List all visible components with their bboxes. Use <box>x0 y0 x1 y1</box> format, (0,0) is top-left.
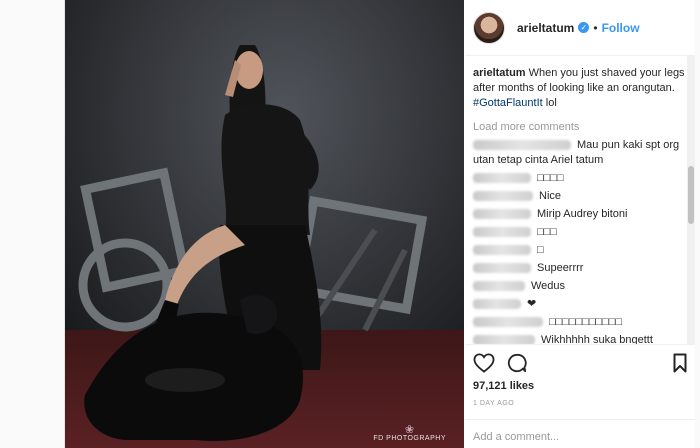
avatar[interactable] <box>473 11 505 44</box>
likes-count[interactable]: 97,121 likes <box>473 380 534 392</box>
comment-item: Supeerrrr <box>473 261 687 276</box>
blurred-username <box>473 227 531 238</box>
caption-suffix: lol <box>545 97 557 109</box>
comment-text: □□□□□□□□□□□ <box>549 316 623 328</box>
comment-item: Mirip Audrey bitoni <box>473 207 687 222</box>
watermark-text: FD PHOTOGRAPHY <box>373 435 446 442</box>
comment-text: Mirip Audrey bitoni <box>537 208 628 220</box>
follow-button[interactable]: Follow <box>602 21 640 35</box>
blurred-username <box>473 335 535 344</box>
flower-logo-icon: ❀ <box>404 424 415 436</box>
comments-scrollbar[interactable] <box>687 56 695 344</box>
comment-item: Nice <box>473 189 687 204</box>
heart-icon[interactable] <box>473 353 495 373</box>
add-comment-input[interactable]: Add a comment... <box>465 419 695 448</box>
verified-badge-icon: ✓ <box>578 22 590 33</box>
scrollbar-thumb[interactable] <box>688 166 694 224</box>
post-timestamp[interactable]: 1 DAY AGO <box>473 400 514 407</box>
comment-item: □□□□□□□□□□□ <box>473 315 687 330</box>
comment-text: Supeerrrr <box>537 262 584 274</box>
comment-item: Mau pun kaki spt org utan tetap cinta Ar… <box>473 138 687 168</box>
bookmark-icon[interactable] <box>673 353 687 373</box>
post-caption: arieltatum When you just shaved your leg… <box>473 66 687 111</box>
blurred-username <box>473 281 525 292</box>
comment-text: □□□□ <box>537 172 564 184</box>
blurred-username <box>473 191 533 202</box>
comment-item: □□□ <box>473 225 687 240</box>
caption-username[interactable]: arieltatum <box>473 67 526 79</box>
caption-hashtag[interactable]: #GottaFlauntIt <box>473 97 543 109</box>
post-sidebar: arieltatum ✓ • Follow arieltatum When yo… <box>465 0 695 448</box>
blurred-username <box>473 140 571 151</box>
comment-icon[interactable] <box>507 353 527 373</box>
post-photo[interactable]: ❀ FD PHOTOGRAPHY <box>65 0 464 448</box>
comment-text: □ <box>537 244 544 256</box>
separator-dot: • <box>593 20 598 35</box>
post-actions: 97,121 likes 1 DAY AGO Add a comment... <box>465 344 695 448</box>
photo-illustration <box>65 0 464 448</box>
comment-text: □□□ <box>537 226 557 238</box>
action-icons <box>473 353 687 377</box>
comment-item: □ <box>473 243 687 258</box>
comment-item: □□□□ <box>473 171 687 186</box>
instagram-page: ❀ FD PHOTOGRAPHY arieltatum ✓ • Follow a… <box>0 0 700 448</box>
blurred-username <box>473 263 531 274</box>
comment-text: Wedus <box>531 280 566 292</box>
blurred-username <box>473 209 531 220</box>
comment-item: ❤ <box>473 297 687 312</box>
comment-text: Nice <box>539 190 562 202</box>
blurred-username <box>473 245 531 256</box>
comment-item: Wikhhhhh suka bngettt <box>473 333 687 344</box>
post-card: ❀ FD PHOTOGRAPHY arieltatum ✓ • Follow a… <box>64 0 695 448</box>
blurred-username <box>473 173 531 184</box>
comment-text: Wikhhhhh suka bngettt <box>541 334 653 344</box>
post-header: arieltatum ✓ • Follow <box>465 0 695 56</box>
header-username[interactable]: arieltatum <box>517 21 574 35</box>
comment-item: Wedus <box>473 279 687 294</box>
comments-list: arieltatum When you just shaved your leg… <box>465 56 687 344</box>
photo-watermark: ❀ FD PHOTOGRAPHY <box>373 424 446 443</box>
blurred-username <box>473 299 521 310</box>
load-more-comments-link[interactable]: Load more comments <box>473 120 687 135</box>
blurred-username <box>473 317 543 328</box>
comment-text: ❤ <box>527 298 537 310</box>
